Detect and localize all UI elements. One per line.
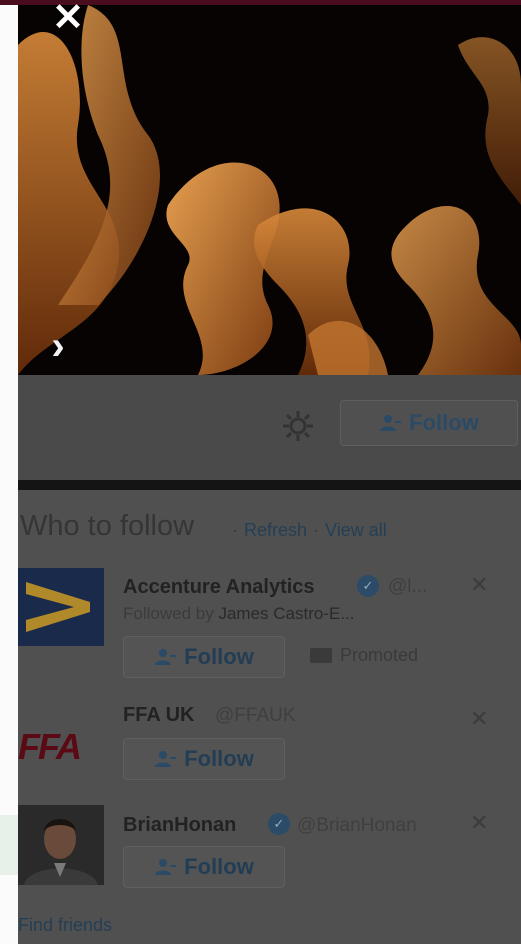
separator-dot: · (232, 520, 238, 540)
followed-by-prefix: Followed by (123, 604, 214, 623)
followed-by-name[interactable]: James Castro-E... (218, 604, 354, 623)
follow-button-label: Follow (409, 410, 479, 435)
dismiss-icon[interactable]: ✕ (470, 810, 488, 836)
who-to-follow-title: Who to follow (20, 510, 195, 542)
user-add-icon (155, 859, 177, 875)
verified-badge-icon: ✓ (268, 813, 290, 835)
verified-badge-icon: ✓ (357, 575, 379, 597)
account-handle: @BrianHonan (297, 815, 417, 836)
follow-button-label: Follow (184, 644, 254, 669)
follow-button-label: Follow (184, 854, 254, 879)
followed-by-text: Followed by James Castro-E... (123, 604, 355, 624)
dismiss-icon[interactable]: ✕ (470, 572, 488, 598)
user-add-icon (155, 649, 177, 665)
brianhonan-photo (18, 805, 104, 885)
follow-button[interactable]: Follow (340, 400, 518, 446)
promoted-badge: Promoted (310, 645, 418, 666)
account-handle: @FFAUK (215, 705, 296, 726)
who-to-follow-links: · Refresh · View all (226, 520, 387, 541)
gear-icon[interactable] (280, 408, 316, 444)
follow-button[interactable]: Follow (123, 636, 285, 678)
promoted-label: Promoted (340, 645, 419, 665)
chevron-right-icon[interactable]: › (40, 326, 76, 366)
user-add-icon (380, 415, 402, 431)
follow-button-label: Follow (184, 746, 254, 771)
promoted-icon (310, 648, 332, 663)
account-name[interactable]: BrianHonan (123, 814, 236, 837)
account-handle: @l... (388, 576, 428, 597)
separator-dot: · (313, 520, 320, 540)
account-name[interactable]: Accenture Analytics (123, 576, 315, 599)
header-image (18, 5, 521, 375)
follow-button[interactable]: Follow (123, 846, 285, 888)
left-panel (0, 5, 18, 944)
view-all-link[interactable]: View all (325, 520, 387, 540)
user-add-icon (155, 751, 177, 767)
close-icon[interactable]: ✕ (48, 0, 88, 37)
left-panel-tint (0, 815, 18, 875)
refresh-link[interactable]: Refresh (244, 520, 307, 540)
follow-button[interactable]: Follow (123, 738, 285, 780)
flame-image (18, 5, 521, 375)
account-name[interactable]: FFA UK (123, 704, 194, 727)
accenture-logo-avatar[interactable] (18, 568, 104, 646)
avatar[interactable] (18, 805, 104, 885)
find-friends-link[interactable]: Find friends (18, 915, 112, 936)
dismiss-icon[interactable]: ✕ (470, 706, 488, 732)
ffa-logo-avatar[interactable]: FFA (18, 722, 104, 772)
